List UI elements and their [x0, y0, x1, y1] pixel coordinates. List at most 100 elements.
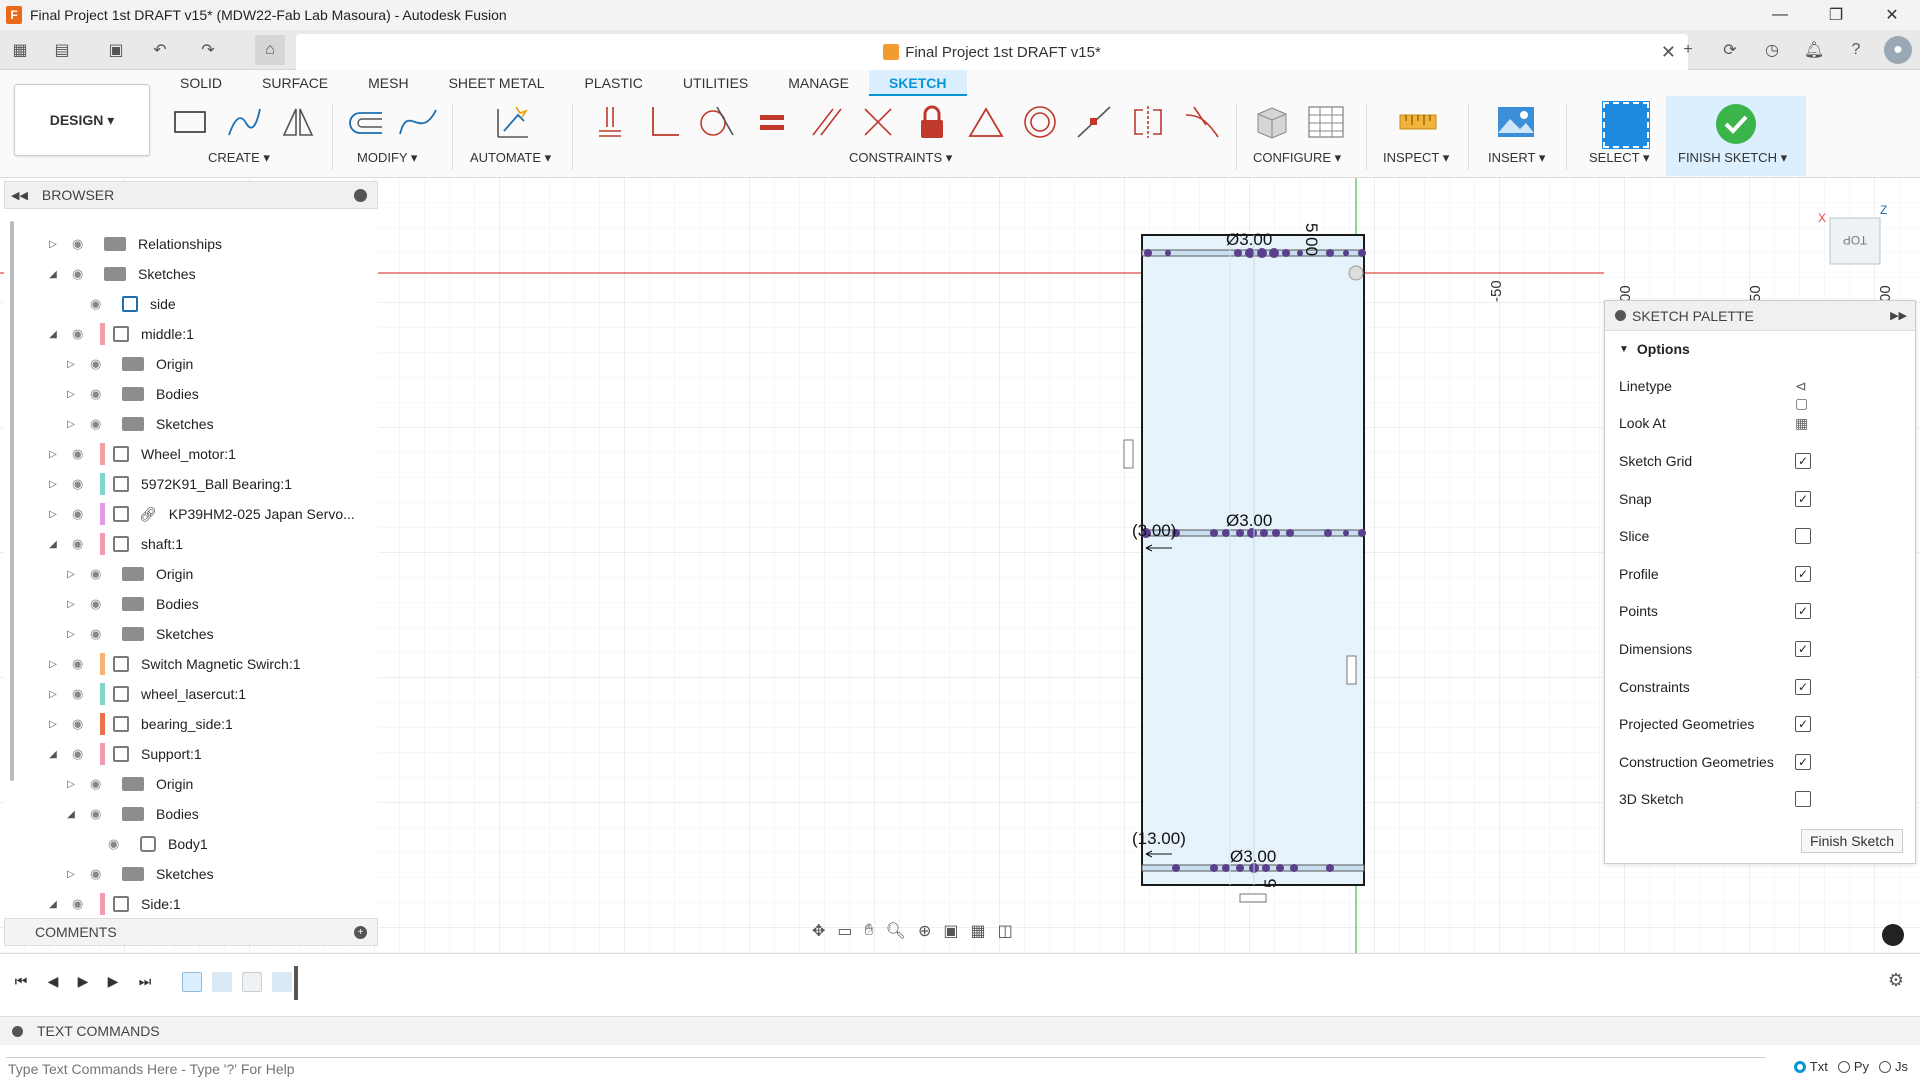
- visibility-eye-icon[interactable]: ◉: [90, 626, 114, 642]
- finish-sketch-button[interactable]: Finish Sketch: [1800, 829, 1903, 853]
- orbit-icon[interactable]: ✥: [812, 921, 825, 941]
- dimension-diameter-top[interactable]: Ø3.00: [1226, 230, 1272, 249]
- curvature-icon[interactable]: [1182, 102, 1222, 142]
- expand-arrow-icon[interactable]: ▷: [62, 629, 80, 640]
- sketch-handle-right[interactable]: [1346, 655, 1357, 685]
- rectangle-tool-icon[interactable]: [170, 102, 210, 142]
- browser-item[interactable]: ▷ ◉ bearing_side:1: [44, 709, 233, 739]
- expand-arrow-icon[interactable]: ▷: [44, 659, 62, 670]
- tangent-icon[interactable]: [696, 102, 736, 142]
- app-grid-icon[interactable]: ▦: [8, 38, 32, 62]
- browser-item[interactable]: ◢ ◉ middle:1: [44, 319, 194, 349]
- expand-arrow-icon[interactable]: ▷: [44, 479, 62, 490]
- collapse-arrow-icon[interactable]: ◢: [44, 749, 62, 760]
- dimension-bottom-vertical[interactable]: 5: [1261, 879, 1280, 888]
- viewports-icon[interactable]: ◫: [998, 921, 1013, 941]
- redo-icon[interactable]: ↷: [196, 38, 220, 62]
- inspect-menu[interactable]: INSPECT ▾: [1383, 150, 1449, 166]
- file-menu-icon[interactable]: ▤: [50, 38, 74, 62]
- undo-icon[interactable]: ↶: [148, 38, 172, 62]
- expand-arrow-icon[interactable]: ▷: [62, 419, 80, 430]
- sketch-profile[interactable]: [1141, 234, 1365, 886]
- visibility-eye-icon[interactable]: ◉: [90, 296, 114, 312]
- browser-item[interactable]: ▷ ◉ Sketches: [62, 859, 213, 889]
- step-forward-icon[interactable]: ▶: [102, 970, 124, 992]
- browser-item[interactable]: ◢ ◉ Side:1: [44, 889, 181, 919]
- fix-lock-icon[interactable]: [912, 102, 952, 142]
- look-at-icon[interactable]: ▦: [1795, 415, 1813, 431]
- tab-sheet-metal[interactable]: SHEET METAL: [429, 70, 565, 96]
- tab-mesh[interactable]: MESH: [348, 70, 428, 96]
- expand-arrow-icon[interactable]: ▷: [44, 509, 62, 520]
- browser-item[interactable]: ▷ ◉ Origin: [62, 349, 193, 379]
- palette-option-checkbox[interactable]: ✓: [1795, 565, 1811, 582]
- finish-sketch-group[interactable]: FINISH SKETCH ▾: [1666, 96, 1806, 176]
- mode-py[interactable]: Py: [1837, 1059, 1869, 1074]
- browser-item[interactable]: ▷ ◉ Wheel_motor:1: [44, 439, 236, 469]
- automate-menu[interactable]: AUTOMATE ▾: [470, 150, 551, 166]
- visibility-eye-icon[interactable]: ◉: [90, 596, 114, 612]
- browser-item[interactable]: ◉ side: [62, 289, 176, 319]
- browser-item[interactable]: ▷ ◉ Bodies: [62, 589, 199, 619]
- text-commands-collapse-icon[interactable]: [12, 1025, 23, 1037]
- visibility-eye-icon[interactable]: ◉: [72, 716, 96, 732]
- offset-tool-icon[interactable]: [346, 102, 386, 142]
- look-at-icon[interactable]: ▭: [837, 921, 852, 941]
- visibility-eye-icon[interactable]: ◉: [72, 266, 96, 282]
- visibility-eye-icon[interactable]: ◉: [72, 506, 96, 522]
- expand-arrow-icon[interactable]: ▷: [62, 779, 80, 790]
- visibility-eye-icon[interactable]: ◉: [90, 356, 114, 372]
- mirror-tool-icon[interactable]: [278, 102, 318, 142]
- finish-sketch-check-icon[interactable]: [1714, 102, 1758, 146]
- collapse-browser-icon[interactable]: ◀◀: [11, 189, 28, 202]
- extensions-icon[interactable]: ⟳: [1716, 36, 1744, 64]
- sketch-palette-header[interactable]: SKETCH PALETTE ▶▶: [1605, 301, 1915, 331]
- browser-item[interactable]: ▷ ◉ Sketches: [62, 619, 213, 649]
- create-menu[interactable]: CREATE ▾: [208, 150, 270, 166]
- insert-image-icon[interactable]: [1496, 102, 1536, 142]
- configure-cube-icon[interactable]: [1252, 102, 1292, 142]
- tab-solid[interactable]: SOLID: [160, 70, 242, 96]
- browser-item[interactable]: ▷ ◉ Bodies: [62, 379, 199, 409]
- parallel-icon[interactable]: [806, 102, 846, 142]
- add-comment-icon[interactable]: +: [354, 926, 367, 939]
- workspace-switcher[interactable]: DESIGN ▾: [14, 84, 150, 156]
- equal-icon[interactable]: [752, 102, 792, 142]
- browser-item[interactable]: ◢ ◉ Bodies: [62, 799, 199, 829]
- palette-option-checkbox[interactable]: ✓: [1795, 716, 1811, 733]
- palette-option-checkbox[interactable]: ✓: [1795, 640, 1811, 657]
- finish-sketch-menu[interactable]: FINISH SKETCH ▾: [1678, 150, 1787, 166]
- document-tab[interactable]: Final Project 1st DRAFT v15* ✕: [296, 34, 1688, 70]
- job-status-icon[interactable]: ◷: [1758, 36, 1786, 64]
- collapse-arrow-icon[interactable]: ◢: [44, 329, 62, 340]
- browser-item[interactable]: ▷ ◉ Sketches: [62, 409, 213, 439]
- automate-tool-icon[interactable]: [492, 102, 532, 142]
- visibility-eye-icon[interactable]: ◉: [72, 656, 96, 672]
- timeline-sketch-item[interactable]: [182, 972, 202, 992]
- collapse-arrow-icon[interactable]: ◢: [62, 809, 80, 820]
- palette-collapse-icon[interactable]: [1615, 310, 1626, 321]
- collapse-arrow-icon[interactable]: ◢: [44, 899, 62, 910]
- browser-header[interactable]: ◀◀ BROWSER: [4, 181, 378, 209]
- configure-table-icon[interactable]: [1306, 102, 1346, 142]
- visibility-eye-icon[interactable]: ◉: [108, 836, 132, 852]
- browser-item[interactable]: ◢ ◉ Sketches: [44, 259, 195, 289]
- mode-txt[interactable]: Txt: [1793, 1059, 1828, 1074]
- measure-icon[interactable]: [1398, 102, 1438, 142]
- origin-point[interactable]: [1348, 265, 1364, 281]
- collinear-icon[interactable]: [858, 102, 898, 142]
- select-icon[interactable]: [1602, 101, 1650, 149]
- palette-option-checkbox[interactable]: [1795, 791, 1811, 808]
- modify-menu[interactable]: MODIFY ▾: [357, 150, 417, 166]
- browser-item[interactable]: ▷ ◉ wheel_lasercut:1: [44, 679, 246, 709]
- visibility-eye-icon[interactable]: ◉: [72, 896, 96, 912]
- browser-item[interactable]: ▷ ◉ Relationships: [44, 229, 222, 259]
- visibility-eye-icon[interactable]: ◉: [90, 566, 114, 582]
- timeline-item[interactable]: [272, 972, 292, 992]
- visibility-eye-icon[interactable]: ◉: [72, 446, 96, 462]
- timeline-item[interactable]: [212, 972, 232, 992]
- grid-settings-icon[interactable]: ▦: [971, 921, 986, 941]
- palette-option-checkbox[interactable]: ✓: [1795, 452, 1811, 469]
- minimize-button[interactable]: —: [1752, 0, 1808, 30]
- browser-item[interactable]: ◢ ◉ Support:1: [44, 739, 202, 769]
